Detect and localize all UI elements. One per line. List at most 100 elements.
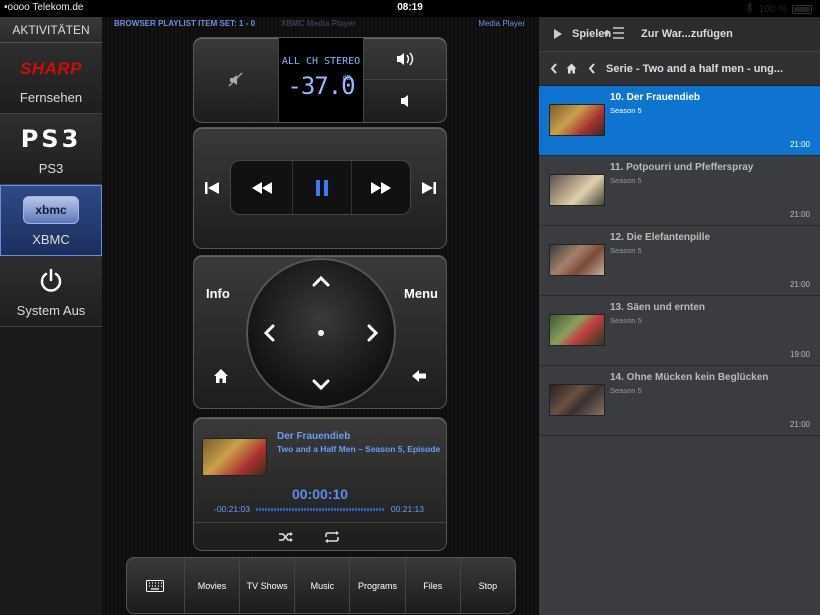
xbmc-logo: xbmc [1,196,101,224]
skip-next-button[interactable] [411,160,447,215]
movies-button[interactable]: Movies [185,558,241,613]
activity-xbmc[interactable]: xbmc XBMC [0,185,102,256]
activity-label: XBMC [32,232,70,247]
episode-season: Season 5 [610,316,642,325]
episode-thumbnail [549,384,605,416]
transport-inner [230,160,411,215]
time-elapsed-negative: -00:21:03 [214,504,250,514]
battery-percent: 100 % [758,3,787,15]
volume-pad: ALL CH STEREO -37.0 dB [193,37,448,123]
back-chevron-icon[interactable] [550,63,558,77]
files-button[interactable]: Files [406,558,461,613]
activity-label: Fernsehen [19,90,83,105]
programs-button[interactable]: Programs [350,558,406,613]
playlist-item[interactable]: 11. Potpourri und Pfefferspray Season 5 … [539,156,820,226]
music-button[interactable]: Music [295,558,351,613]
activity-fernsehen[interactable]: SHARP Fernsehen [0,43,102,114]
episode-season: Season 5 [610,176,642,185]
up-level-chevron-icon[interactable] [588,63,596,77]
volume-up-button[interactable] [364,38,448,80]
volume-down-button[interactable] [364,80,448,122]
episode-title: 11. Potpourri und Pfefferspray [610,162,754,173]
episode-duration: 21:00 [789,280,810,289]
episode-thumbnail [549,314,605,346]
up-button[interactable] [306,266,336,296]
playlist-item[interactable]: 13. Säen und ernten Season 5 19:00 [539,296,820,366]
tv-shows-button[interactable]: TV Shows [240,558,296,613]
mute-button[interactable] [194,38,278,122]
now-playing-panel: Der Frauendieb Two and a Half Men – Seas… [193,417,447,551]
back-button[interactable] [404,364,434,388]
right-button[interactable] [358,318,388,348]
playlist-breadcrumb-bar: Serie - Two and a half men - ung... [539,51,820,86]
activity-sidebar: AKTIVITÄTEN SHARP Fernsehen PS3 PS3 xbmc… [0,17,102,615]
activity-system-aus[interactable]: System Aus [0,256,102,327]
playlist-item[interactable]: 12. Die Elefantenpille Season 5 21:00 [539,226,820,296]
down-button[interactable] [306,370,336,400]
shuffle-button[interactable] [274,527,298,547]
episode-title: 13. Säen und ernten [610,302,706,313]
bluetooth-icon [746,1,754,16]
episode-season: Season 5 [610,106,642,115]
rewind-button[interactable] [231,161,293,214]
chevron-right-icon [367,324,379,342]
skip-previous-button[interactable] [194,160,230,215]
info-button[interactable]: Info [206,286,230,301]
breadcrumb: Serie - Two and a half men - ung... [606,63,784,75]
episode-season: Season 5 [610,386,642,395]
playlist-item[interactable]: 14. Ohne Mücken kein Beglücken Season 5 … [539,366,820,436]
power-icon [0,268,102,294]
repeat-button[interactable] [320,527,344,547]
skip-previous-icon [205,181,219,194]
battery-icon [792,4,812,14]
select-dot-icon [318,330,324,336]
episode-duration: 21:00 [789,140,810,149]
transport-pad [193,127,447,249]
episode-thumbnail [549,104,605,136]
episode-duration: 21:00 [789,210,810,219]
back-arrow-icon [412,370,426,382]
xbmc-logo-text: xbmc [35,203,67,217]
audio-mode: ALL CH STEREO [281,56,361,67]
pause-button[interactable] [293,161,352,214]
add-to-queue-button[interactable]: Zur War...zufügen [641,28,733,40]
now-playing-thumbnail [202,438,267,476]
play-icon[interactable] [553,28,563,43]
section-bar: Movies TV Shows Music Programs Files Sto… [126,557,516,614]
ps3-logo: PS3 [20,125,82,153]
player-name: Media Player [478,19,525,28]
volume-down-icon [401,95,408,107]
add-to-queue-icon[interactable] [603,26,625,43]
episode-duration: 19:00 [789,350,810,359]
episode-title: 12. Die Elefantenpille [610,232,711,243]
now-playing-controls [194,522,446,550]
menu-button[interactable]: Menu [404,286,438,301]
chevron-down-icon [312,379,330,391]
fast-forward-icon [371,181,391,194]
chevron-left-icon [263,324,275,342]
episode-title: 10. Der Frauendieb [610,92,701,103]
keyboard-button[interactable] [127,558,185,613]
clock: 08:19 [397,2,423,13]
pause-icon [316,179,328,196]
activity-ps3[interactable]: PS3 PS3 [0,114,102,185]
skip-next-icon [422,181,436,194]
home-button[interactable] [206,364,236,388]
left-button[interactable] [254,318,284,348]
activity-label: System Aus [16,303,86,318]
battery-indicator: 100 % [746,1,812,16]
elapsed-time: 00:00:10 [291,486,349,502]
progress-bar[interactable] [256,508,384,511]
navigation-pad: Info Menu [193,255,447,409]
sidebar-title: AKTIVITÄTEN [0,17,102,43]
browser-status: BROWSER PLAYLIST ITEM SET: 1 - 0 [114,19,256,28]
home-icon[interactable] [566,63,577,77]
episode-title: 14. Ohne Mücken kein Beglücken [610,372,769,383]
activity-label: PS3 [38,161,64,176]
stop-button[interactable]: Stop [461,558,515,613]
remote-panel: BROWSER PLAYLIST ITEM SET: 1 - 0 XBMC Me… [102,17,539,615]
playlist-item[interactable]: 10. Der Frauendieb Season 5 21:00 [539,86,820,156]
sharp-logo: SHARP [19,59,82,78]
fast-forward-button[interactable] [352,161,410,214]
select-button[interactable] [308,320,334,346]
